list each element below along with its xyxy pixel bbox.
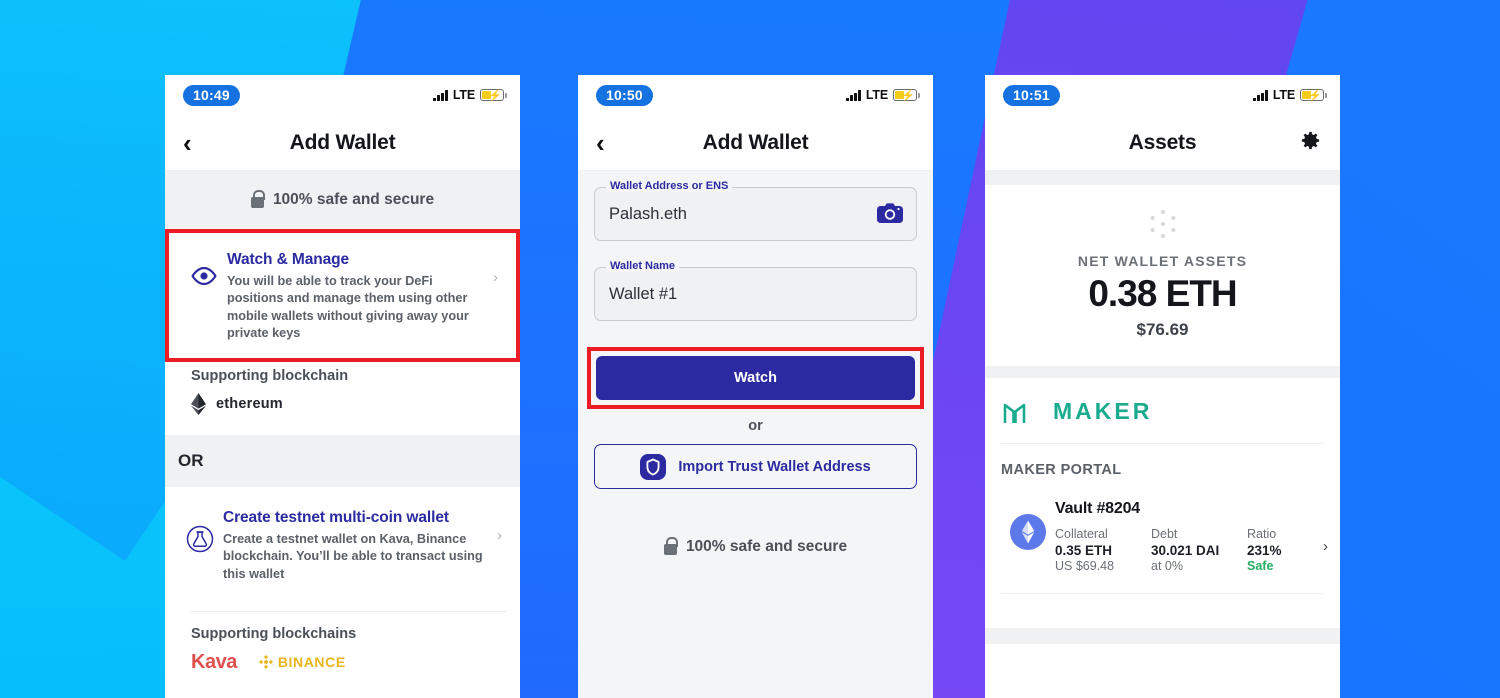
trust-wallet-shield-icon — [640, 453, 667, 480]
signal-bars-icon — [846, 89, 861, 101]
column-value: 30.021 DAI — [1151, 543, 1220, 558]
nav-bar: Assets — [985, 115, 1340, 171]
highlight-box-watch-manage: Watch & Manage You will be able to track… — [165, 229, 520, 363]
maker-logo-icon — [1003, 403, 1026, 423]
status-bar: 10:51 LTE ⚡ — [985, 75, 1340, 115]
page-title: Add Wallet — [289, 130, 396, 154]
chain-name: ethereum — [216, 396, 283, 413]
option-description: You will be able to track your DeFi posi… — [227, 274, 469, 340]
battery-charging-icon: ⚡ — [893, 89, 920, 102]
wallet-address-label: Wallet Address or ENS — [606, 180, 733, 192]
or-divider-label: OR — [178, 451, 204, 471]
supporting-blockchains-testnet: Supporting blockchains Kava BINANCE — [165, 610, 520, 694]
supporting-label: Supporting blockchain — [191, 368, 349, 385]
status-clock: 10:49 — [183, 84, 240, 106]
signal-bars-icon — [433, 89, 448, 101]
signal-bars-icon — [1253, 89, 1268, 101]
divider — [191, 610, 506, 612]
wallet-address-field[interactable]: Wallet Address or ENS Palash.eth — [594, 180, 917, 241]
status-clock: 10:51 — [1003, 84, 1060, 106]
phone-screen-assets: 10:51 LTE ⚡ Assets NET WALLET ASSETS 0.3… — [985, 75, 1340, 698]
vault-column-ratio: Ratio 231% Safe — [1247, 527, 1307, 573]
column-value: 0.35 ETH — [1055, 543, 1113, 558]
wallet-address-value: Palash.eth — [609, 204, 687, 223]
dotted-hexagon-icon — [985, 207, 1340, 241]
wallet-name-field[interactable]: Wallet Name Wallet #1 — [594, 260, 917, 321]
nav-bar: ‹ Add Wallet — [165, 115, 520, 171]
protocol-header-maker: MAKER — [985, 378, 1340, 443]
lock-icon — [663, 537, 679, 555]
battery-charging-icon: ⚡ — [1300, 89, 1327, 102]
battery-charging-icon: ⚡ — [480, 89, 507, 102]
option-description: Create a testnet wallet on Kava, Binance… — [223, 532, 483, 581]
column-sub: US $69.48 — [1055, 559, 1115, 573]
network-type-label: LTE — [1272, 88, 1295, 102]
page-title: Add Wallet — [702, 130, 809, 154]
eye-icon — [181, 251, 227, 285]
chevron-right-icon: › — [1323, 538, 1328, 555]
import-trust-wallet-button[interactable]: Import Trust Wallet Address — [594, 444, 917, 489]
status-clock: 10:50 — [596, 84, 653, 106]
wallet-name-value: Wallet #1 — [609, 284, 678, 303]
column-value: 231% — [1247, 543, 1282, 558]
secure-banner: 100% safe and secure — [594, 537, 917, 556]
status-bar: 10:49 LTE ⚡ — [165, 75, 520, 115]
supporting-label: Supporting blockchains — [191, 625, 357, 642]
spacer-strip — [985, 171, 1340, 185]
page-title: Assets — [1128, 130, 1197, 154]
option-title: Create testnet multi-coin wallet — [223, 509, 449, 527]
net-assets-amount: 0.38 ETH — [1088, 273, 1237, 314]
protocol-name: MAKER — [1053, 398, 1153, 424]
spacer-strip-3 — [985, 628, 1340, 644]
lock-icon — [250, 190, 266, 208]
net-wallet-assets-block: NET WALLET ASSETS 0.38 ETH $76.69 — [985, 185, 1340, 366]
section-label: MAKER PORTAL — [985, 444, 1340, 478]
vault-column-collateral: Collateral 0.35 ETH US $69.48 — [1055, 527, 1151, 573]
vault-row[interactable]: Vault #8204 Collateral 0.35 ETH US $69.4… — [985, 478, 1340, 593]
option-watch-and-manage[interactable]: Watch & Manage You will be able to track… — [169, 233, 516, 359]
phone-screen-add-wallet-options: 10:49 LTE ⚡ ‹ Add Wallet 100% safe and s… — [165, 75, 520, 698]
network-type-label: LTE — [865, 88, 888, 102]
column-header: Collateral — [1055, 527, 1108, 541]
divider-2 — [1001, 593, 1324, 594]
chevron-right-icon: › — [493, 269, 498, 286]
flask-icon — [177, 509, 223, 553]
or-divider: OR — [165, 435, 520, 488]
binance-label: BINANCE — [277, 654, 346, 671]
wallet-name-label: Wallet Name — [606, 260, 680, 272]
kava-logo: Kava — [191, 650, 237, 673]
gear-icon[interactable] — [1299, 129, 1322, 157]
status-badge: Safe — [1247, 559, 1274, 573]
column-header: Ratio — [1247, 527, 1277, 541]
or-label: or — [748, 418, 763, 434]
watch-button[interactable]: Watch — [596, 356, 915, 400]
option-title: Watch & Manage — [227, 251, 350, 268]
binance-logo — [258, 655, 273, 670]
secure-banner-label: 100% safe and secure — [685, 538, 848, 555]
net-assets-label: NET WALLET ASSETS — [1077, 253, 1248, 269]
phone-screen-add-wallet-form: 10:50 LTE ⚡ ‹ Add Wallet Wallet Address … — [578, 75, 933, 698]
secure-banner: 100% safe and secure — [165, 171, 520, 229]
column-sub: at 0% — [1151, 559, 1183, 573]
network-type-label: LTE — [452, 88, 475, 102]
nav-bar: ‹ Add Wallet — [578, 115, 933, 171]
camera-icon[interactable] — [877, 202, 903, 229]
vault-column-debt: Debt 30.021 DAI at 0% — [1151, 527, 1247, 573]
secure-banner-label: 100% safe and secure — [272, 191, 435, 208]
column-header: Debt — [1151, 527, 1178, 541]
import-trust-wallet-label: Import Trust Wallet Address — [678, 458, 871, 475]
ethereum-circle-icon — [1001, 500, 1055, 550]
option-create-testnet-wallet[interactable]: Create testnet multi-coin wallet Create … — [165, 487, 520, 599]
highlight-box-watch-button: Watch — [587, 347, 924, 409]
net-assets-fiat: $76.69 — [1136, 320, 1189, 339]
ethereum-icon — [191, 393, 206, 416]
status-bar: 10:50 LTE ⚡ — [578, 75, 933, 115]
spacer-strip-2 — [985, 366, 1340, 378]
vault-title: Vault #8204 — [1055, 500, 1140, 517]
chevron-right-icon: › — [497, 527, 502, 545]
supporting-blockchain-eth: Supporting blockchain ethereum — [165, 362, 520, 436]
